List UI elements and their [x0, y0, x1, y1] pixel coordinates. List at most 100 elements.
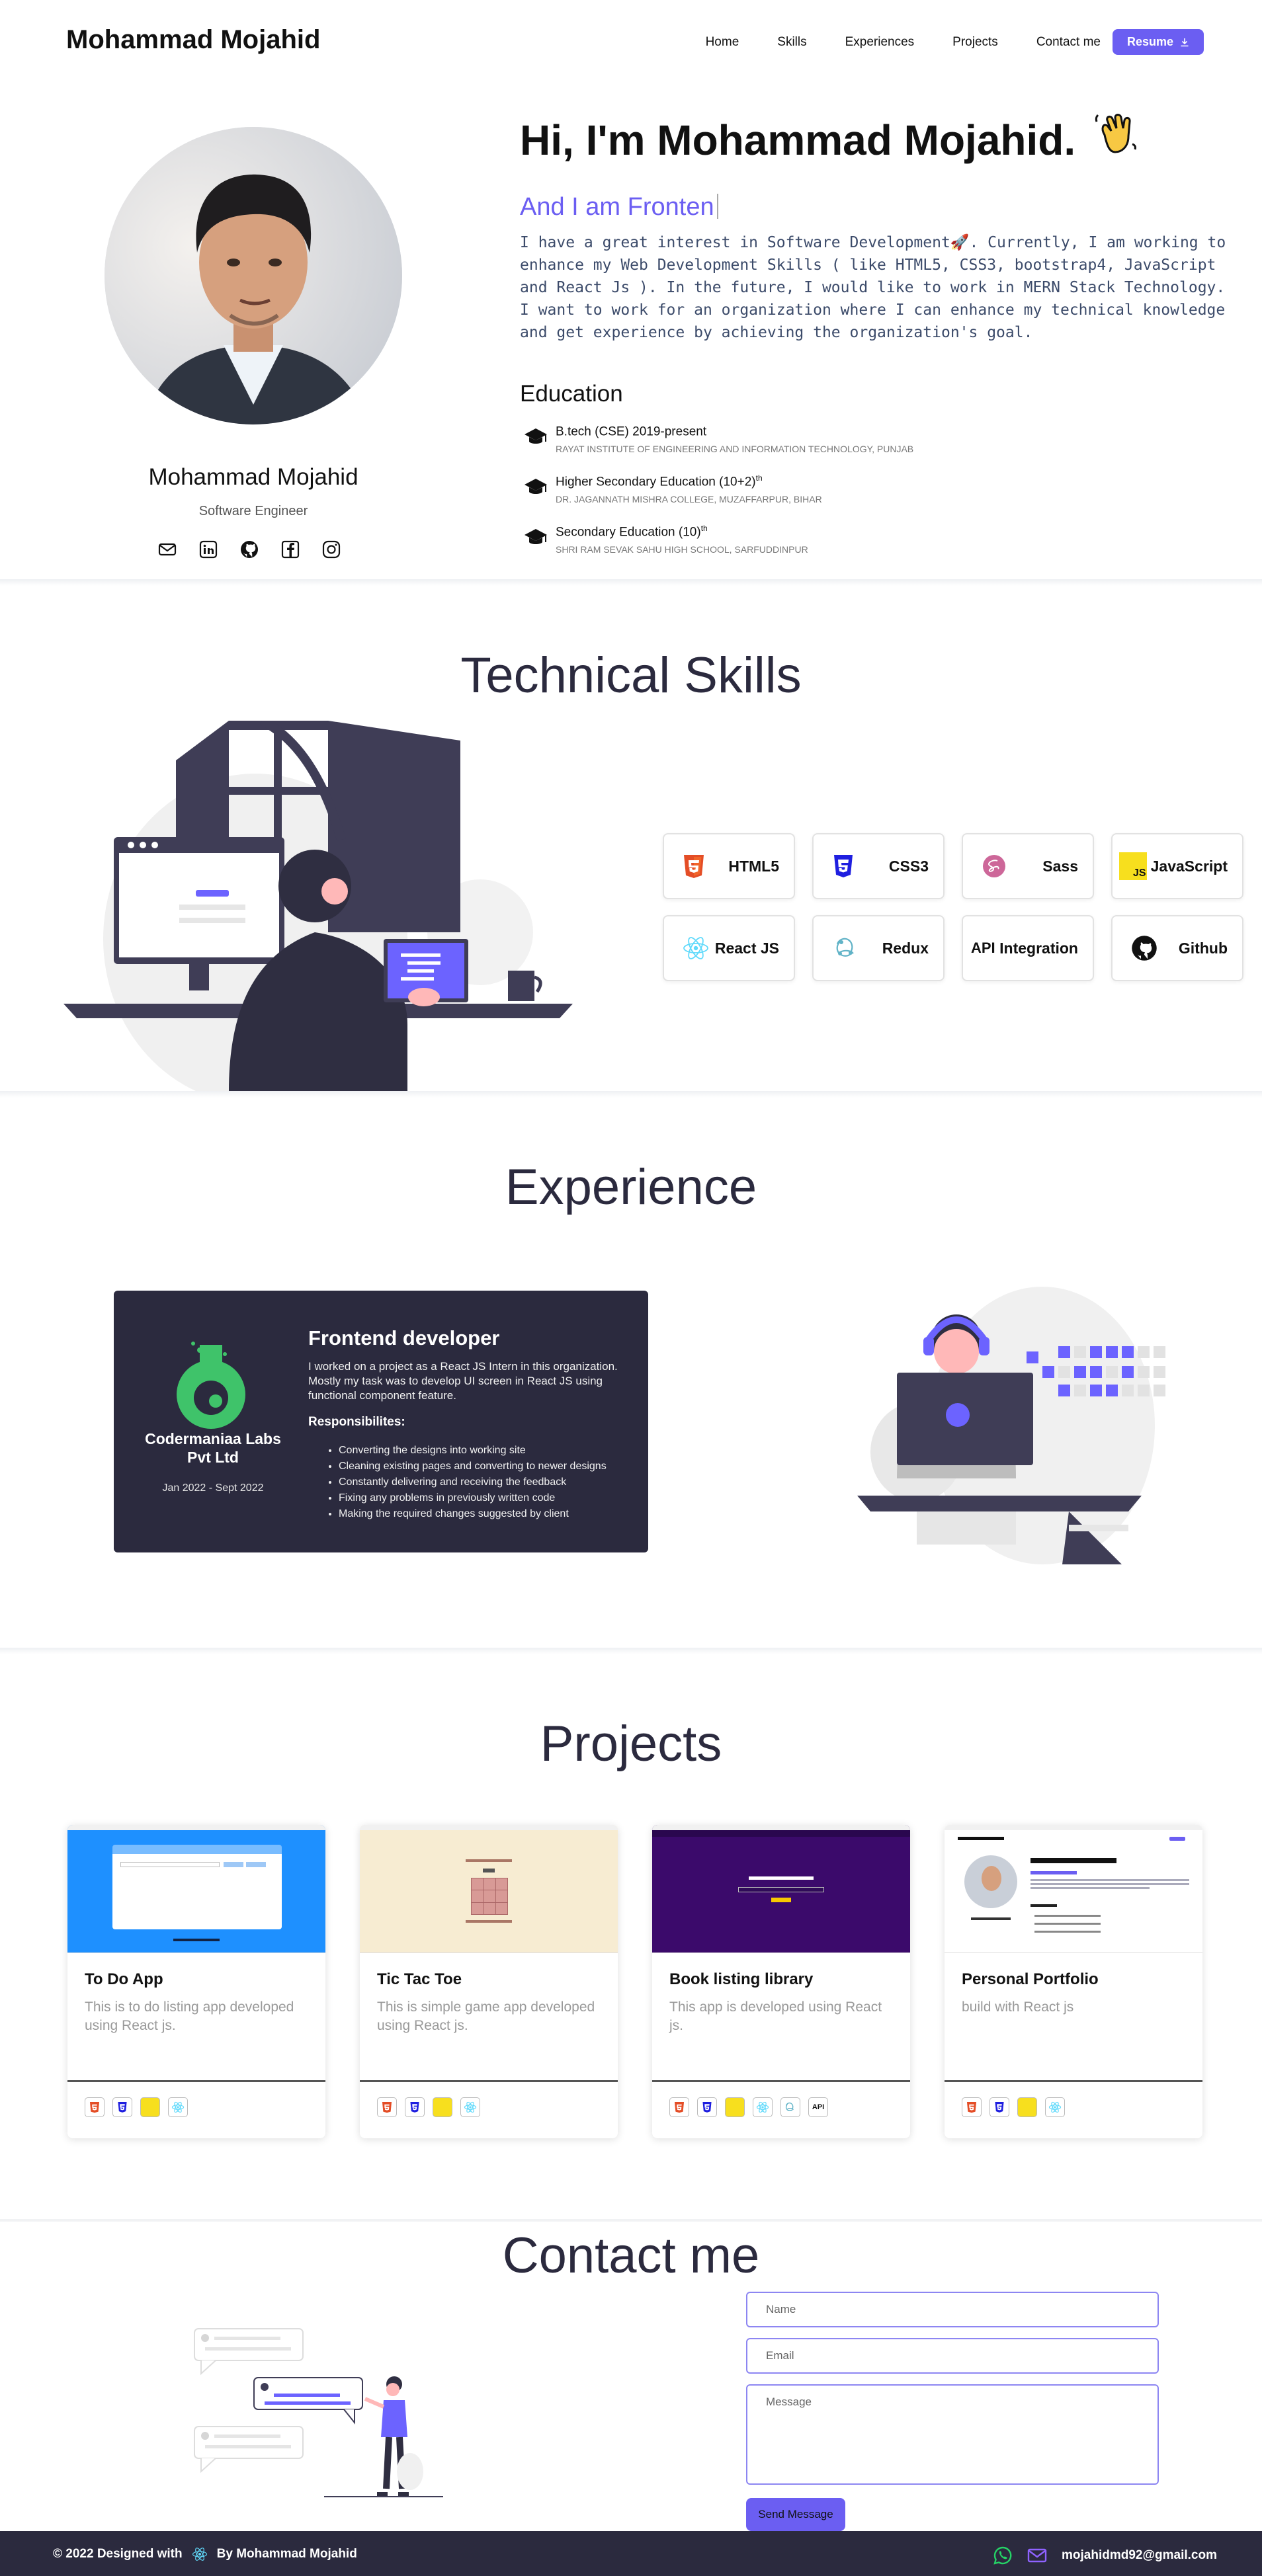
list-item: Converting the designs into working site	[339, 1443, 636, 1459]
skill-card-github: Github	[1111, 915, 1243, 981]
contact-title: Contact me	[502, 2228, 760, 2284]
graduation-cap-icon	[524, 477, 548, 501]
experience-title: Experience	[505, 1159, 757, 1215]
resume-button[interactable]: Resume	[1112, 29, 1204, 55]
footer-contact: mojahidmd92@gmail.com	[993, 2546, 1217, 2565]
email-field[interactable]: Email	[746, 2338, 1159, 2374]
api-icon: API	[971, 940, 995, 956]
chat-illustration	[194, 2328, 443, 2497]
javascript-icon	[140, 2097, 160, 2117]
education-item: Higher Secondary Education (10+2)th DR. …	[524, 473, 913, 524]
project-title: To Do App	[85, 1970, 163, 1988]
project-card-tictactoe[interactable]: Tic Tac Toe This is simple game app deve…	[360, 1825, 618, 2138]
project-screenshot	[652, 1825, 910, 1953]
project-tech-stack	[962, 2097, 1065, 2117]
project-title: Tic Tac Toe	[377, 1970, 462, 1988]
top-navbar: Mohammad Mojahid Home Skills Experiences…	[0, 0, 1262, 82]
about-text: I have a great interest in Software Deve…	[520, 234, 1226, 341]
skill-card-react: React JS	[663, 915, 795, 981]
project-screenshot	[945, 1825, 1202, 1953]
html5-icon	[962, 2097, 982, 2117]
project-card-portfolio[interactable]: Personal Portfolio build with React js	[945, 1825, 1202, 2138]
developer-headphones-illustration	[857, 1287, 1165, 1564]
footer-email[interactable]: mojahidmd92@gmail.com	[1062, 2548, 1217, 2563]
footer: © 2022 Designed with By Mohammad Mojahid…	[0, 2531, 1262, 2576]
responsibilities-title: Responsibilites:	[308, 1415, 405, 1429]
react-icon	[192, 2548, 207, 2561]
project-card-todo[interactable]: To Do App This is to do listing app deve…	[67, 1825, 325, 2138]
api-icon: API	[808, 2097, 828, 2117]
mail-icon[interactable]	[1027, 2548, 1047, 2563]
typed-text: And I am Fronten	[520, 193, 718, 221]
message-field[interactable]: Message	[746, 2384, 1159, 2485]
divider	[945, 2080, 1202, 2082]
instagram-icon[interactable]	[320, 538, 343, 561]
skill-card-javascript: JS JavaScript	[1111, 833, 1243, 899]
education-school: SHRI RAM SEVAK SAHU HIGH SCHOOL, SARFUDD…	[556, 544, 808, 555]
mail-icon[interactable]	[156, 538, 179, 561]
project-description: This app is developed using React js.	[669, 1999, 882, 2033]
nav-links: Home Skills Experiences Projects Contact…	[706, 29, 1204, 55]
footer-copyright: © 2022 Designed with	[53, 2547, 183, 2561]
skill-label: Github	[1178, 939, 1228, 957]
education-item: B.tech (CSE) 2019-present RAYAT INSTITUT…	[524, 423, 913, 473]
sass-icon	[983, 855, 1005, 877]
name-field[interactable]: Name	[746, 2292, 1159, 2327]
waving-hand-icon	[1095, 114, 1136, 153]
section-divider	[0, 1091, 1262, 1098]
section-divider	[0, 579, 1262, 586]
css3-icon	[697, 2097, 717, 2117]
divider	[360, 2080, 618, 2082]
facebook-icon[interactable]	[279, 538, 302, 561]
html5-icon	[85, 2097, 105, 2117]
project-description: This is simple game app developed using …	[377, 1999, 595, 2033]
nav-link-home[interactable]: Home	[706, 35, 739, 50]
avatar	[105, 127, 402, 424]
experience-description: I worked on a project as a React JS Inte…	[308, 1360, 618, 1402]
brand-name[interactable]: Mohammad Mojahid	[66, 25, 320, 55]
developer-illustration	[63, 721, 573, 1091]
education-degree: Higher Secondary Education (10+2)th	[556, 473, 763, 489]
project-tech-stack	[85, 2097, 188, 2117]
company-name: Codermaniaa Labs Pvt Ltd	[145, 1430, 281, 1466]
send-message-button[interactable]: Send Message	[746, 2498, 845, 2531]
javascript-icon: JS	[1119, 852, 1147, 880]
footer-credits: © 2022 Designed with By Mohammad Mojahid	[53, 2547, 357, 2561]
list-item: Fixing any problems in previously writte…	[339, 1490, 636, 1506]
project-title: Personal Portfolio	[962, 1970, 1099, 1988]
education-degree: Secondary Education (10)th	[556, 524, 708, 540]
list-item: Making the required changes suggested by…	[339, 1506, 636, 1522]
download-icon	[1181, 38, 1189, 46]
linkedin-icon[interactable]	[197, 538, 220, 561]
whatsapp-icon[interactable]	[993, 2546, 1013, 2565]
list-item: Cleaning existing pages and converting t…	[339, 1459, 636, 1474]
project-tech-stack: API	[669, 2097, 828, 2117]
skill-label: JavaScript	[1150, 857, 1228, 875]
education-degree: B.tech (CSE) 2019-present	[556, 424, 707, 439]
css3-icon	[112, 2097, 132, 2117]
nav-link-projects[interactable]: Projects	[952, 35, 998, 50]
skill-label: CSS3	[888, 857, 929, 875]
greeting-text: Hi, I'm Mohammad Mojahid.	[520, 116, 1076, 164]
skill-card-sass: Sass	[962, 833, 1094, 899]
project-card-book-library[interactable]: Book listing library This app is develop…	[652, 1825, 910, 2138]
skill-card-integration: API Integration	[962, 915, 1094, 981]
nav-link-skills[interactable]: Skills	[777, 35, 806, 50]
react-icon	[168, 2097, 188, 2117]
project-description: This is to do listing app developed usin…	[85, 1999, 294, 2033]
graduation-cap-icon	[524, 528, 548, 551]
project-tech-stack	[377, 2097, 480, 2117]
project-title: Book listing library	[669, 1970, 814, 1988]
project-screenshot	[67, 1825, 325, 1953]
github-icon[interactable]	[238, 538, 261, 561]
nav-link-experiences[interactable]: Experiences	[845, 35, 915, 50]
nav-link-contact[interactable]: Contact me	[1036, 35, 1101, 50]
profile-name: Mohammad Mojahid	[148, 464, 358, 490]
responsibilities-list: Converting the designs into working site…	[339, 1443, 636, 1522]
graduation-cap-icon	[524, 427, 548, 450]
html5-icon	[377, 2097, 397, 2117]
profile-role: Software Engineer	[198, 504, 308, 518]
skill-label: HTML5	[728, 857, 779, 875]
css3-icon	[405, 2097, 425, 2117]
divider	[67, 2080, 325, 2082]
